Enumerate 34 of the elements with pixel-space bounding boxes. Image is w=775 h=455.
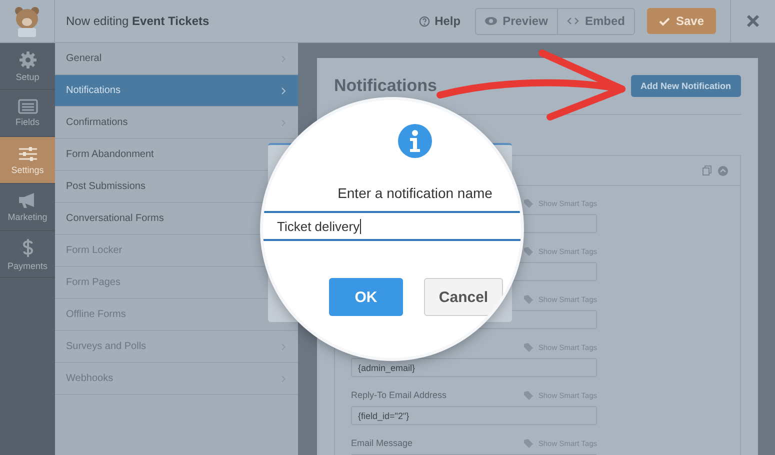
field-label: Reply-To Email Address <box>351 390 447 400</box>
text-field[interactable]: {field_id="2"} <box>351 406 597 425</box>
cancel-button[interactable]: Cancel <box>424 278 503 316</box>
preview-button[interactable]: Preview <box>476 8 557 34</box>
copy-icon[interactable] <box>702 165 712 176</box>
sliders-icon <box>18 146 38 162</box>
tag-icon <box>524 198 534 208</box>
eye-icon <box>484 17 497 25</box>
tag-icon <box>524 246 534 256</box>
save-button[interactable]: Save <box>646 8 716 34</box>
collapse-icon[interactable] <box>718 166 728 176</box>
section-title: Notifications <box>334 76 437 96</box>
dollar-icon <box>22 238 34 258</box>
field-label: Email Message <box>351 438 413 448</box>
sidebar-item[interactable]: Settings <box>0 137 55 184</box>
list-icon <box>18 99 38 114</box>
settings-menu-item[interactable]: Notifications <box>55 75 298 107</box>
tag-icon <box>524 390 534 400</box>
info-icon <box>398 124 432 158</box>
check-icon <box>658 16 670 26</box>
help-icon <box>418 16 430 26</box>
ok-button[interactable]: OK <box>329 278 403 316</box>
tag-icon <box>524 342 534 352</box>
add-notification-button[interactable]: Add New Notification <box>630 75 741 97</box>
chevron-icon <box>281 86 286 94</box>
embed-button[interactable]: Embed <box>556 8 634 34</box>
tag-icon <box>524 294 534 304</box>
tag-icon <box>524 438 534 448</box>
help-link[interactable]: Help <box>418 14 461 28</box>
dialog-message: Enter a notification name <box>338 185 492 201</box>
editing-title: Now editing Event Tickets <box>66 14 210 28</box>
close-icon[interactable] <box>746 14 760 28</box>
code-icon <box>566 17 579 25</box>
notification-name-field[interactable]: Ticket delivery <box>263 211 521 241</box>
